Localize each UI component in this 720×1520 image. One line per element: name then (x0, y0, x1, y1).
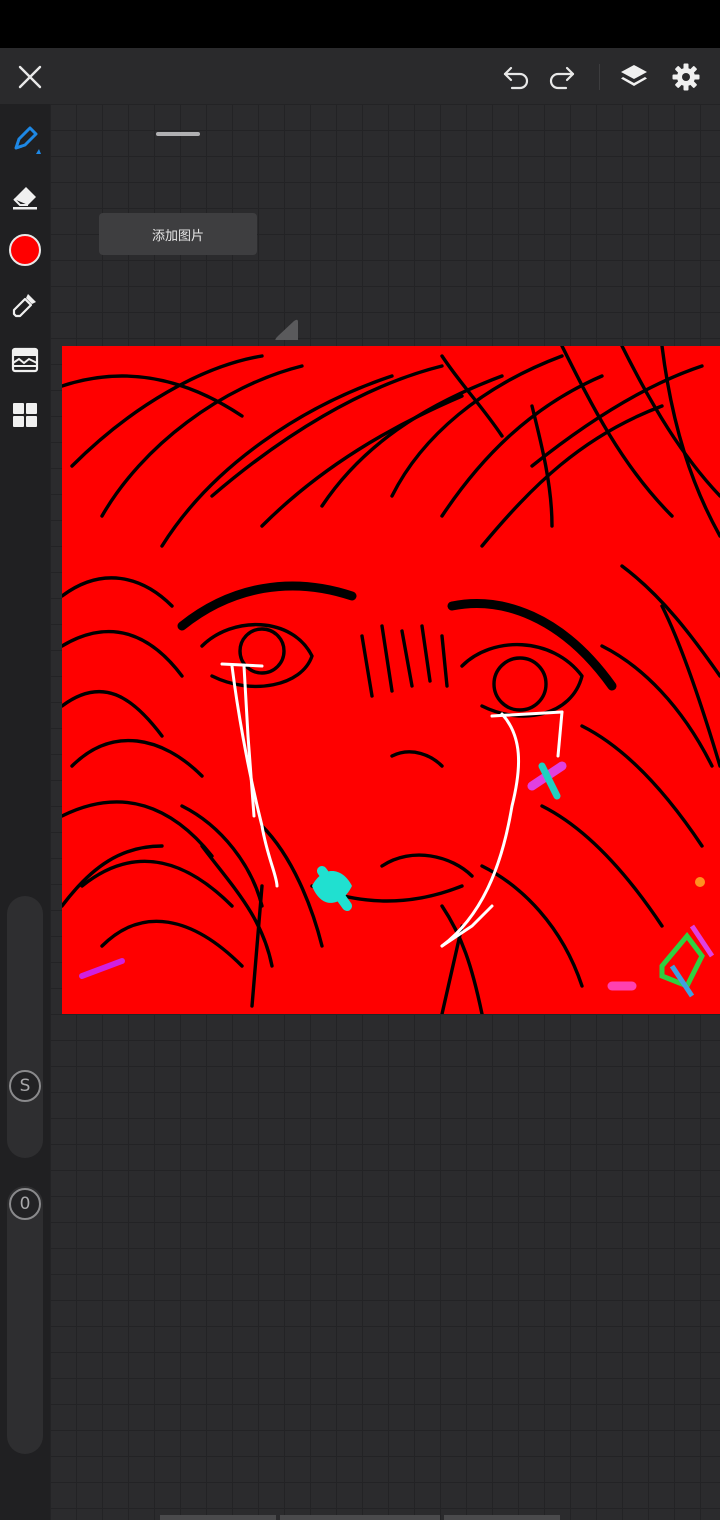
image-adjust-icon (11, 347, 39, 373)
panel-drag-handle[interactable] (156, 132, 200, 136)
brush-size-slider[interactable] (7, 896, 43, 1158)
gallery-tool[interactable] (7, 397, 43, 433)
bottom-tab-1[interactable] (160, 1515, 276, 1520)
current-color-swatch (9, 234, 41, 266)
color-picker-swatch[interactable] (7, 232, 43, 268)
eraser-tool[interactable] (7, 178, 43, 214)
layers-icon (621, 65, 647, 86)
eyedropper-icon (12, 294, 36, 318)
brush-opacity-handle[interactable]: 0 (9, 1188, 41, 1220)
top-toolbar (0, 48, 720, 104)
pen-tool[interactable] (7, 120, 43, 156)
settings-button[interactable] (667, 58, 705, 96)
layers-button[interactable] (615, 58, 653, 96)
close-button[interactable] (11, 58, 49, 96)
drawing-canvas[interactable] (62, 346, 720, 1014)
eraser-icon (13, 187, 37, 210)
pen-icon (14, 126, 41, 154)
grid-icon (13, 403, 37, 427)
redo-icon (549, 66, 575, 90)
bottom-tab-3[interactable] (444, 1515, 560, 1520)
redo-button[interactable] (543, 58, 581, 96)
add-image-button[interactable]: 添加图片 (99, 213, 257, 255)
undo-icon (503, 66, 529, 90)
eyedropper-tool[interactable] (7, 287, 43, 323)
artwork-drawing (62, 346, 720, 1014)
bottom-tab-2[interactable] (280, 1515, 440, 1520)
brush-opacity-slider[interactable] (7, 1186, 43, 1454)
tool-rail: S 0 (0, 104, 50, 1520)
resize-corner-icon (275, 319, 298, 340)
brush-size-handle[interactable]: S (9, 1070, 41, 1102)
undo-button[interactable] (497, 58, 535, 96)
toolbar-divider (599, 64, 600, 90)
gear-icon (672, 63, 700, 91)
layer-adjust-tool[interactable] (7, 342, 43, 378)
status-bar (0, 0, 720, 48)
canvas-resize-handle[interactable] (274, 316, 300, 342)
close-icon (18, 65, 42, 89)
